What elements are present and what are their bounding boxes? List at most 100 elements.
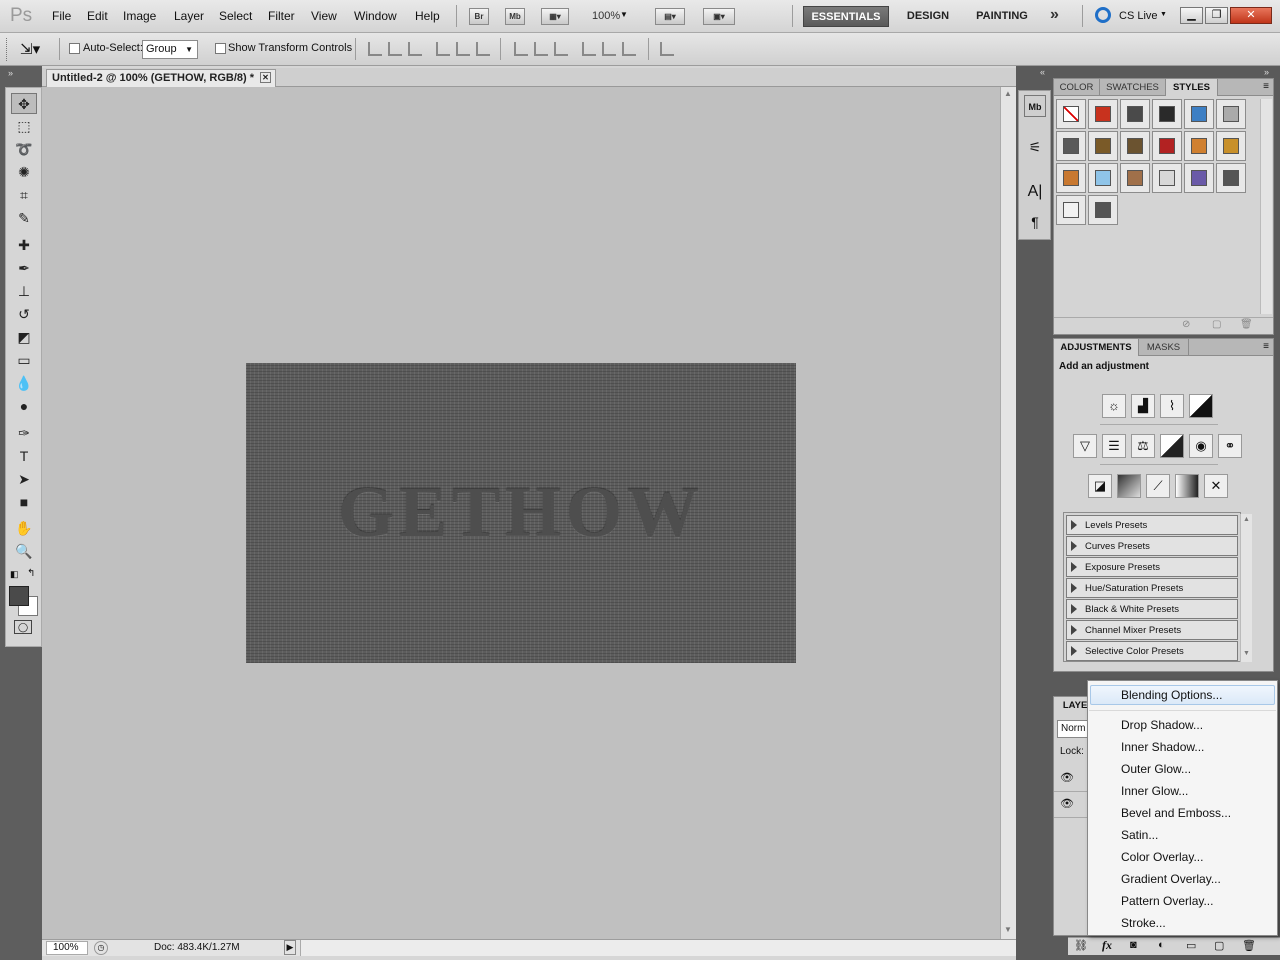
delete-layer-icon[interactable]: 🗑	[1242, 939, 1256, 952]
crop-tool-icon[interactable]: ⌗	[11, 185, 37, 206]
clear-style-icon[interactable]: ⊘	[1182, 319, 1190, 330]
channel-mixer-icon[interactable]: ⚭	[1218, 434, 1242, 458]
eraser-tool-icon[interactable]: ◩	[11, 327, 37, 348]
tab-color[interactable]: COLOR	[1054, 79, 1100, 96]
style-swatch[interactable]	[1056, 99, 1086, 129]
threshold-icon[interactable]: ⟋	[1146, 474, 1170, 498]
style-swatch[interactable]	[1056, 163, 1086, 193]
visibility-eye-icon[interactable]: 👁	[1060, 771, 1074, 784]
path-selection-tool-icon[interactable]: ➤	[11, 469, 37, 490]
align-top-icon[interactable]	[368, 42, 382, 56]
menu-layer[interactable]: Layer	[174, 9, 204, 23]
selective-color-icon[interactable]: ✕	[1204, 474, 1228, 498]
rectangle-tool-icon[interactable]: ■	[11, 492, 37, 513]
adjustments-menu-icon[interactable]: ≡	[1263, 341, 1269, 352]
view-extras-button[interactable]: ▦▾	[541, 8, 569, 25]
style-swatch[interactable]	[1056, 195, 1086, 225]
close-button[interactable]: ✕	[1230, 7, 1272, 24]
preset-item[interactable]: Channel Mixer Presets	[1066, 620, 1238, 640]
menu-filter[interactable]: Filter	[268, 9, 295, 23]
color-balance-icon[interactable]: ⚖	[1131, 434, 1155, 458]
adjustment-layer-icon[interactable]: ◐	[1158, 939, 1165, 951]
zoom-dropdown-arrow-icon[interactable]: ▼	[620, 10, 628, 19]
presets-scrollbar[interactable]: ▲ ▼	[1240, 514, 1252, 662]
move-tool-preset-icon[interactable]: ⇲▾	[20, 40, 40, 58]
expand-triangle-icon[interactable]	[1071, 604, 1077, 614]
menu-option[interactable]: Drop Shadow...	[1121, 718, 1203, 732]
curves-icon[interactable]: ⌇	[1160, 394, 1184, 418]
menu-select[interactable]: Select	[219, 9, 252, 23]
levels-icon[interactable]: ▟	[1131, 394, 1155, 418]
photo-filter-icon[interactable]: ◉	[1189, 434, 1213, 458]
tab-adjustments[interactable]: ADJUSTMENTS	[1054, 339, 1139, 356]
distribute-bottom-icon[interactable]	[554, 42, 568, 56]
eyedropper-tool-icon[interactable]: ✎	[11, 208, 37, 229]
cs-live-menu[interactable]: CS Live	[1119, 10, 1158, 22]
collapse-tools-icon[interactable]: »	[8, 68, 13, 78]
styles-scrollbar[interactable]	[1260, 99, 1272, 314]
tab-masks[interactable]: MASKS	[1139, 339, 1189, 356]
zoom-level-menu[interactable]: 100%	[592, 10, 620, 22]
distribute-top-icon[interactable]	[514, 42, 528, 56]
panel-menu-icon[interactable]: ≡	[1263, 81, 1269, 92]
status-zoom-field[interactable]: 100%	[46, 941, 88, 955]
menu-file[interactable]: File	[52, 9, 71, 23]
menu-option[interactable]: Gradient Overlay...	[1121, 872, 1221, 886]
close-document-icon[interactable]: ✕	[260, 72, 271, 83]
style-swatch[interactable]	[1152, 131, 1182, 161]
menu-option[interactable]: Pattern Overlay...	[1121, 894, 1213, 908]
style-swatch[interactable]	[1088, 99, 1118, 129]
zoom-tool-icon[interactable]: 🔍	[11, 541, 37, 562]
posterize-icon[interactable]	[1117, 474, 1141, 498]
tab-swatches[interactable]: SWATCHES	[1100, 79, 1166, 96]
menu-image[interactable]: Image	[123, 9, 156, 23]
menu-view[interactable]: View	[311, 9, 337, 23]
character-panel-icon[interactable]: A|	[1024, 181, 1046, 203]
blur-tool-icon[interactable]: 💧	[11, 373, 37, 394]
style-swatch[interactable]	[1184, 99, 1214, 129]
align-hcenter-icon[interactable]	[456, 42, 470, 56]
new-group-icon[interactable]: ▭	[1186, 939, 1196, 952]
restore-button[interactable]: ❐	[1205, 7, 1228, 24]
link-layers-icon[interactable]: ⛓	[1074, 939, 1088, 952]
style-swatch[interactable]	[1088, 163, 1118, 193]
default-colors-icon[interactable]: ◧	[10, 569, 19, 580]
hand-tool-icon[interactable]: ✋	[11, 518, 37, 539]
fx-icon[interactable]: fx	[1102, 938, 1112, 953]
preset-item[interactable]: Levels Presets	[1066, 515, 1238, 535]
dodge-tool-icon[interactable]: ●	[11, 396, 37, 417]
scroll-up-icon[interactable]: ▲	[1004, 89, 1012, 98]
add-mask-icon[interactable]: ◙	[1130, 939, 1137, 951]
brightness-contrast-icon[interactable]: ☼	[1102, 394, 1126, 418]
align-right-icon[interactable]	[476, 42, 490, 56]
menu-window[interactable]: Window	[354, 9, 397, 23]
menu-option[interactable]: Stroke...	[1121, 916, 1166, 930]
menu-option[interactable]: Blending Options...	[1121, 688, 1222, 702]
black-white-icon[interactable]	[1160, 434, 1184, 458]
menu-option[interactable]: Inner Glow...	[1121, 784, 1188, 798]
document-canvas[interactable]: GETHOW	[246, 363, 796, 663]
mini-bridge-button[interactable]: Mb	[505, 8, 525, 25]
menu-option[interactable]: Color Overlay...	[1121, 850, 1203, 864]
scroll-down-icon[interactable]: ▼	[1004, 925, 1012, 934]
delete-style-icon[interactable]: 🗑	[1240, 319, 1253, 330]
auto-select-checkbox[interactable]	[69, 43, 80, 54]
preset-item[interactable]: Black & White Presets	[1066, 599, 1238, 619]
expand-triangle-icon[interactable]	[1071, 541, 1077, 551]
exposure-icon[interactable]	[1189, 394, 1213, 418]
menu-option[interactable]: Outer Glow...	[1121, 762, 1191, 776]
arrange-documents-button[interactable]: ▤▾	[655, 8, 685, 25]
horizontal-scrollbar[interactable]	[300, 940, 1016, 956]
menu-option[interactable]: Satin...	[1121, 828, 1158, 842]
preset-item[interactable]: Selective Color Presets	[1066, 641, 1238, 661]
gradient-tool-icon[interactable]: ▭	[11, 350, 37, 371]
style-swatch[interactable]	[1152, 99, 1182, 129]
style-swatch[interactable]	[1216, 99, 1246, 129]
distribute-right-icon[interactable]	[622, 42, 636, 56]
brush-tool-icon[interactable]: ✒	[11, 258, 37, 279]
style-swatch[interactable]	[1120, 163, 1150, 193]
history-panel-icon[interactable]: ⚟	[1024, 136, 1046, 158]
show-transform-checkbox[interactable]	[215, 43, 226, 54]
tab-styles[interactable]: STYLES	[1166, 79, 1218, 96]
lasso-tool-icon[interactable]: ➰	[11, 139, 37, 160]
